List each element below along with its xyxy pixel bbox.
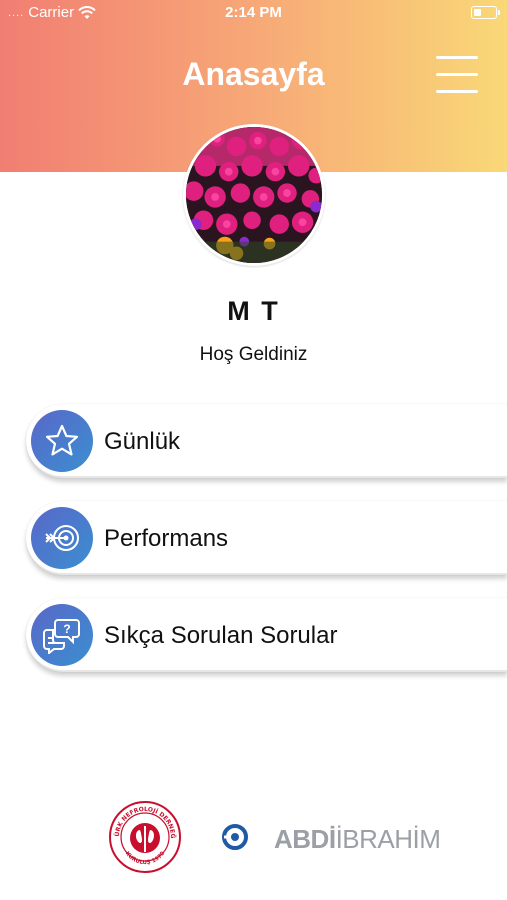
- menu-item-gunluk[interactable]: Günlük: [26, 404, 507, 478]
- star-icon: [31, 410, 93, 472]
- target-icon: [31, 507, 93, 569]
- menu-item-performans[interactable]: Performans: [26, 501, 507, 575]
- turk-nefroloji-dernegi-logo: TÜRK NEFROLOJİ DERNEĞİ KURULUŞ 1970: [108, 800, 181, 873]
- abdi-ibrahim-logo: ABDİİBRAHİM: [274, 824, 441, 855]
- hamburger-menu-icon[interactable]: [436, 56, 478, 94]
- status-bar: .... Carrier 2:14 PM: [0, 0, 507, 26]
- user-name: M T: [227, 296, 280, 326]
- avatar[interactable]: [183, 124, 325, 266]
- footer: TÜRK NEFROLOJİ DERNEĞİ KURULUŞ 1970 ABDİ…: [0, 800, 507, 880]
- menu-item-label: Performans: [104, 525, 229, 552]
- status-time: 2:14 PM: [225, 4, 282, 21]
- page-title: Anasayfa: [182, 56, 325, 92]
- menu-item-label: Sıkça Sorulan Sorular: [104, 622, 338, 649]
- menu-item-sss[interactable]: ? Sıkça Sorulan Sorular: [26, 598, 507, 672]
- svg-text:?: ?: [63, 622, 70, 636]
- faq-chat-icon: ?: [31, 604, 93, 666]
- welcome-text: Hoş Geldiniz: [199, 344, 308, 365]
- flower-photo: [186, 127, 322, 263]
- battery-icon: [471, 6, 500, 19]
- brand-thin: İBRAHİM: [335, 824, 441, 854]
- abdi-ibrahim-mark: [222, 824, 248, 850]
- brand-bold: ABDİ: [274, 824, 336, 854]
- menu-item-label: Günlük: [104, 428, 181, 455]
